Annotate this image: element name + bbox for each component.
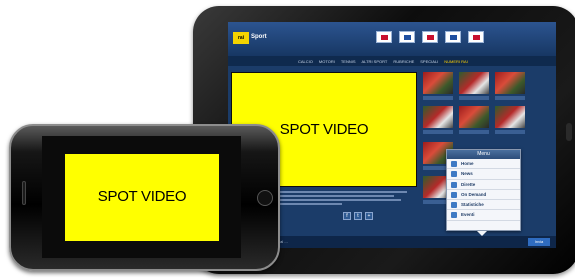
menu-item-eventi[interactable]: Eventi: [447, 210, 520, 221]
phone-video-player[interactable]: SPOT VIDEO: [65, 154, 219, 241]
video-label: SPOT VIDEO: [97, 188, 187, 205]
rai-logo[interactable]: rai: [233, 32, 249, 44]
stats-icon: [451, 202, 457, 209]
video-thumbnail[interactable]: [423, 106, 453, 128]
brand-name: Sport: [251, 34, 267, 40]
calendar-icon: [451, 212, 457, 219]
share-icon[interactable]: t: [354, 212, 362, 220]
nav-item[interactable]: TENNIS: [341, 59, 356, 64]
menu-item-dirette[interactable]: Dirette: [447, 180, 520, 190]
match-flag-icon[interactable]: [376, 31, 392, 43]
menu-title: Menu: [447, 150, 520, 159]
nav-item[interactable]: CALCIO: [298, 59, 313, 64]
match-flag-icon[interactable]: [422, 31, 438, 43]
match-flag-icon[interactable]: [468, 31, 484, 43]
menu-item-on-demand[interactable]: On Demand: [447, 190, 520, 201]
menu-item-label: Eventi: [461, 212, 475, 218]
video-thumbnail[interactable]: [423, 72, 453, 94]
share-actions: f t +: [343, 212, 373, 220]
play-icon: [451, 191, 457, 198]
share-icon[interactable]: f: [343, 212, 351, 220]
video-thumbnail[interactable]: [459, 72, 489, 94]
footer-button[interactable]: Invia: [528, 238, 550, 246]
nav-item[interactable]: SPECIALI: [420, 59, 438, 64]
menu-item-news[interactable]: News: [447, 169, 520, 180]
popup-menu: Menu Home News Dirette On Demand Statist…: [446, 149, 521, 236]
tablet-nav: CALCIO MOTORI TENNIS ALTRI SPORT RUBRICH…: [228, 56, 556, 66]
video-thumbnail[interactable]: [495, 106, 525, 128]
menu-item-label: On Demand: [461, 191, 487, 197]
phone-speaker: [22, 181, 26, 205]
menu-item-statistiche[interactable]: Statistiche: [447, 200, 520, 211]
featured-matches: [376, 31, 484, 43]
menu-item-label: Statistiche: [461, 202, 484, 208]
news-icon: [451, 171, 457, 178]
tablet-header: rai Sport: [228, 22, 556, 56]
menu-item-label: Home: [461, 161, 474, 166]
thumbnail-caption: [495, 130, 525, 134]
menu-item-label: News: [461, 171, 473, 177]
match-flag-icon[interactable]: [399, 31, 415, 43]
live-icon: [451, 181, 457, 188]
video-thumbnail[interactable]: [459, 106, 489, 128]
tablet-home-button[interactable]: [566, 123, 572, 141]
nav-item-active[interactable]: NUMERI RAI: [444, 59, 468, 64]
phone-home-button[interactable]: [257, 190, 273, 206]
thumbnail-caption: [459, 96, 489, 100]
nav-item[interactable]: MOTORI: [319, 59, 335, 64]
match-flag-icon[interactable]: [445, 31, 461, 43]
home-icon: [451, 161, 457, 167]
share-icon[interactable]: +: [365, 212, 373, 220]
video-thumbnail[interactable]: [495, 72, 525, 94]
nav-item[interactable]: RUBRICHE: [393, 59, 414, 64]
thumbnail-caption: [423, 96, 453, 100]
device-mockup-scene: rai Sport CALCIO MOTORI TENNIS ALTRI SPO…: [0, 0, 575, 279]
thumbnail-caption: [459, 130, 489, 134]
menu-item-label: Dirette: [461, 181, 476, 187]
menu-item-home[interactable]: Home: [447, 159, 520, 170]
thumbnail-caption: [495, 96, 525, 100]
thumbnail-caption: [423, 130, 453, 134]
nav-item[interactable]: ALTRI SPORT: [362, 59, 388, 64]
